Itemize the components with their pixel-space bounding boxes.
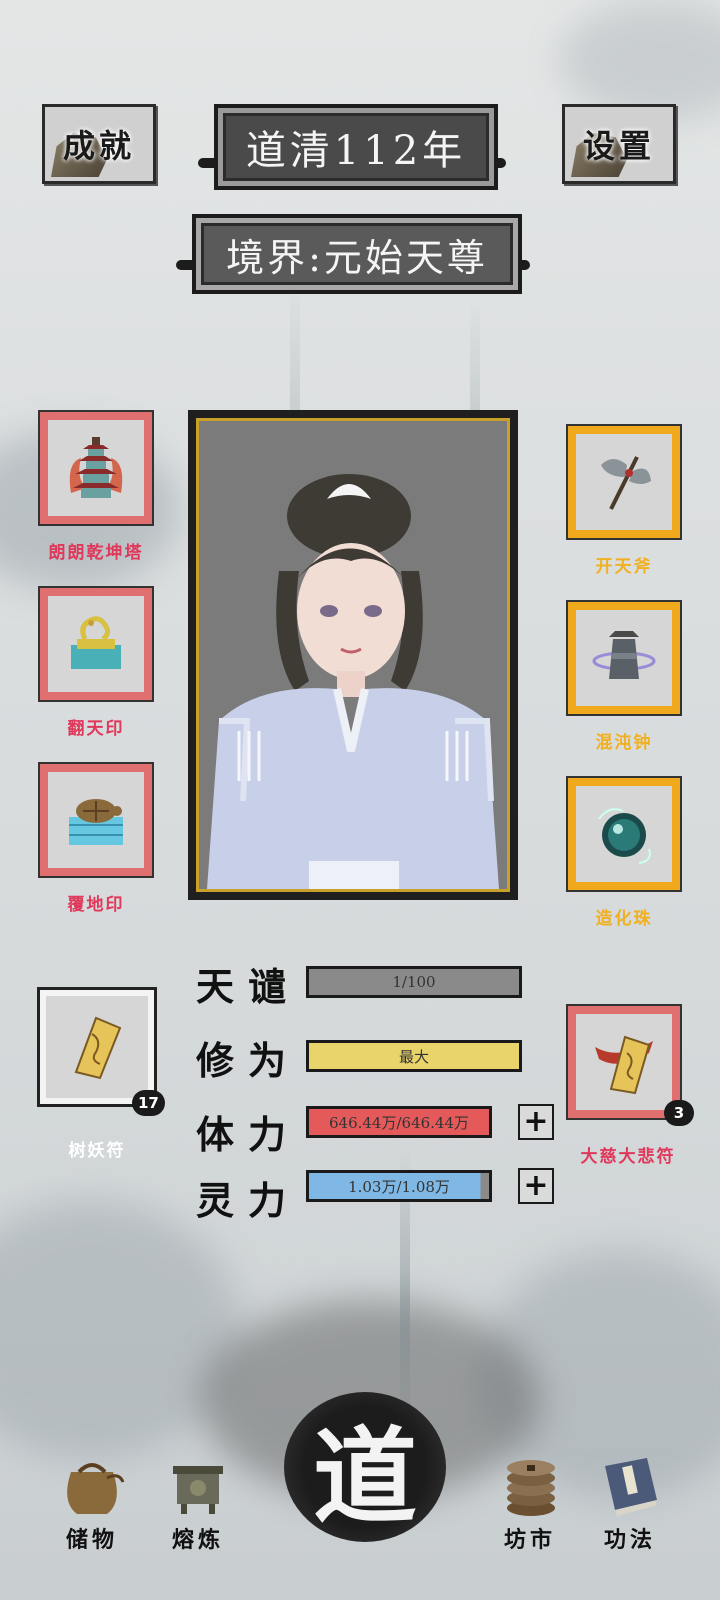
seal-dragon-icon: [71, 616, 121, 669]
talisman-scroll-icon: [74, 1016, 122, 1080]
nav-market-label: 坊市: [503, 1527, 556, 1553]
cauldron-icon: [173, 1466, 223, 1514]
settings-button[interactable]: 设置: [562, 104, 676, 184]
stat-label-stamina: 体力: [196, 1112, 301, 1157]
axe-icon: [601, 456, 651, 510]
equip-slot-right-1[interactable]: [566, 424, 682, 540]
equip-label-right-3: 造化珠: [595, 909, 653, 929]
equip-label-right-1: 开天斧: [595, 557, 653, 577]
realm-text: 境界:元始天尊: [226, 235, 488, 280]
cultivation-bar: 最大: [306, 1040, 522, 1072]
spirit-bar: 1.03万/1.08万: [306, 1170, 492, 1202]
nav-market[interactable]: 坊市: [480, 1452, 580, 1554]
equip-slot-right-2[interactable]: [566, 600, 682, 716]
talisman-ribbon-icon: [595, 1035, 653, 1095]
book-icon: [605, 1458, 657, 1516]
stamina-bar-value: 646.44万/646.44万: [328, 1113, 470, 1132]
orb-icon: [598, 808, 651, 864]
nav-skills[interactable]: 功法: [580, 1452, 680, 1554]
equip-slot-right-3[interactable]: [566, 776, 682, 892]
talisman-count-left: 17: [132, 1090, 165, 1116]
year-plaque: 道清112年: [214, 104, 498, 190]
equip-label-left-2: 翻天印: [67, 719, 125, 739]
equip-label-right-2: 混沌钟: [595, 733, 653, 753]
pagoda-icon: [69, 437, 123, 498]
character-portrait-frame[interactable]: [188, 410, 518, 900]
character-illustration: [199, 421, 507, 889]
character-portrait: [196, 418, 510, 892]
dao-label: 道: [312, 1414, 417, 1538]
talisman-label-right: 大慈大悲符: [580, 1147, 676, 1167]
nav-smelt[interactable]: 熔炼: [148, 1452, 248, 1554]
nav-storage[interactable]: 储物: [42, 1452, 142, 1554]
stat-label-punishment: 天谴: [196, 964, 301, 1009]
nav-storage-label: 储物: [65, 1527, 118, 1553]
stamina-bar: 646.44万/646.44万: [306, 1106, 492, 1138]
talisman-slot-right[interactable]: [566, 1004, 682, 1120]
spirit-bar-value: 1.03万/1.08万: [348, 1177, 450, 1196]
pouch-icon: [67, 1463, 125, 1514]
equip-slot-left-1[interactable]: [38, 410, 154, 526]
punishment-bar-value: 1/100: [392, 973, 436, 991]
equip-label-left-1: 朗朗乾坤塔: [48, 543, 144, 563]
nav-skills-label: 功法: [603, 1527, 656, 1553]
stamina-add-button[interactable]: +: [518, 1104, 554, 1140]
talisman-slot-left[interactable]: [37, 987, 157, 1107]
stat-label-spirit: 灵力: [196, 1178, 301, 1223]
equip-slot-left-2[interactable]: [38, 586, 154, 702]
settings-label: 设置: [582, 127, 655, 165]
realm-plaque: 境界:元始天尊: [192, 214, 522, 294]
year-text: 道清112年: [245, 128, 467, 174]
achievements-button[interactable]: 成就: [42, 104, 156, 184]
talisman-label-left: 树妖符: [68, 1141, 126, 1161]
stat-label-cultivation: 修为: [196, 1038, 301, 1083]
punishment-bar: 1/100: [306, 966, 522, 998]
spirit-add-button[interactable]: +: [518, 1168, 554, 1204]
cultivation-bar-value: 最大: [398, 1047, 429, 1066]
talisman-count-right: 3: [664, 1100, 694, 1126]
dao-cultivate-button[interactable]: 道: [284, 1392, 446, 1542]
equip-slot-left-3[interactable]: [38, 762, 154, 878]
nav-smelt-label: 熔炼: [171, 1527, 224, 1553]
coins-icon: [507, 1460, 555, 1516]
seal-turtle-icon: [69, 799, 123, 845]
equip-label-left-3: 覆地印: [67, 895, 125, 915]
bell-icon: [592, 631, 656, 679]
achievements-label: 成就: [62, 127, 135, 165]
